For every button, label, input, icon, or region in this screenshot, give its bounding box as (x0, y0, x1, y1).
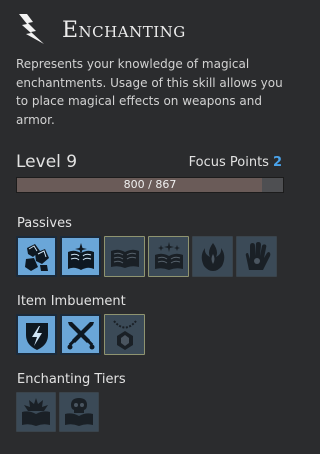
enchanting-tiers-grid (16, 392, 99, 432)
burning-book-icon (22, 398, 50, 426)
tier-slot-1[interactable] (16, 392, 56, 432)
xp-progress-text: 800 / 867 (123, 178, 177, 191)
magic-flame-icon (201, 242, 224, 271)
skill-title: Enchanting (62, 18, 186, 43)
crystal-shards-icon (24, 243, 49, 271)
xp-progress-bar: 800 / 867 (16, 177, 284, 193)
passive-slot-4[interactable] (148, 236, 189, 277)
imbuement-slot-3[interactable] (104, 314, 145, 355)
imbuement-slot-2[interactable] (60, 314, 101, 355)
imbuement-slot-1[interactable] (16, 314, 57, 355)
magic-hand-icon (245, 241, 270, 270)
lightning-bolt-icon (19, 14, 44, 44)
lightning-shield-icon (25, 322, 48, 350)
skill-level: Level 9 (16, 152, 78, 172)
skull-book-icon (65, 398, 93, 426)
item-imbuement-label: Item Imbuement (17, 294, 126, 309)
passives-grid (16, 236, 277, 277)
passive-slot-6[interactable] (236, 236, 277, 277)
passive-slot-3[interactable] (104, 236, 145, 277)
focus-points-label: Focus Points (188, 155, 269, 170)
focus-points-value: 2 (272, 155, 282, 170)
crossed-swords-icon (67, 321, 94, 349)
enchanting-tiers-label: Enchanting Tiers (17, 372, 126, 387)
amulet-icon (112, 319, 137, 350)
level-row: Level 9 Focus Points 2 (16, 152, 284, 176)
tier-slot-2[interactable] (59, 392, 99, 432)
passives-label: Passives (17, 216, 72, 231)
sparkling-book-icon (154, 241, 183, 270)
passive-slot-5[interactable] (192, 236, 233, 277)
passive-slot-2[interactable] (60, 236, 101, 277)
focus-points: Focus Points 2 (189, 155, 282, 170)
skill-header: Enchanting (16, 12, 286, 48)
item-imbuement-grid (16, 314, 145, 355)
skill-description: Represents your knowledge of magical enc… (16, 57, 283, 127)
passive-slot-1[interactable] (16, 236, 57, 277)
glowing-book-icon (67, 242, 94, 270)
open-book-icon (110, 249, 139, 268)
